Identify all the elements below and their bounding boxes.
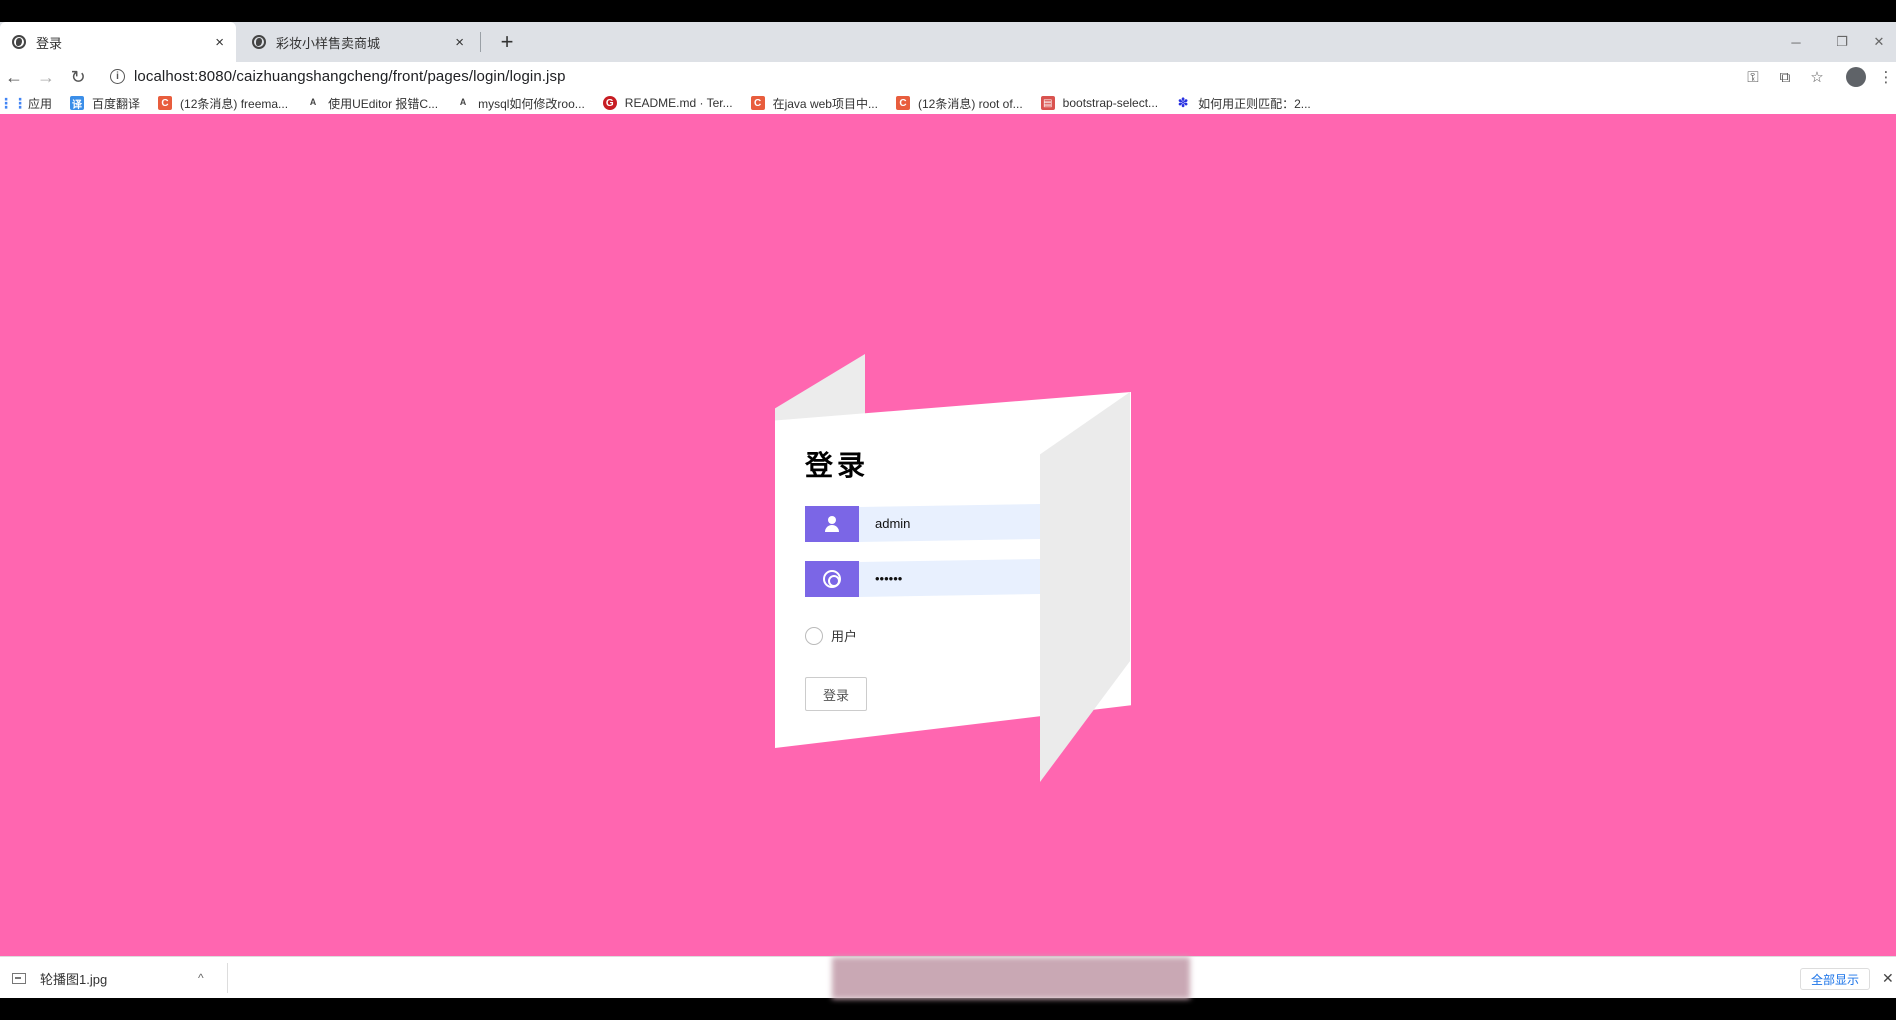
bookmark-label: 在java web项目中... <box>772 96 878 111</box>
login-button[interactable]: 登录 <box>805 677 867 711</box>
new-tab-button[interactable]: + <box>492 22 522 62</box>
bookmark-label: 如何用正则匹配：2... <box>1198 96 1311 111</box>
bookmark-ueditor[interactable]: ᴬ 使用UEditor 报错C... <box>306 95 438 112</box>
globe-icon <box>12 35 26 49</box>
gitee-icon: G <box>602 96 617 110</box>
baidu-translate-icon: 译 <box>70 96 85 111</box>
close-icon[interactable]: × <box>455 34 464 51</box>
reload-button[interactable]: ↻ <box>65 64 91 90</box>
close-icon[interactable]: × <box>215 34 224 51</box>
key-icon[interactable]: ⚿ <box>1740 64 1766 90</box>
tab-login[interactable]: 登录 × <box>0 22 236 62</box>
tab-shop[interactable]: 彩妆小样售卖商城 × <box>240 22 476 62</box>
user-radio[interactable] <box>805 626 823 645</box>
password-field: •••••• <box>805 559 1040 597</box>
bookmark-label: 应用 <box>28 96 53 111</box>
translate-icon[interactable]: ⧉ <box>1772 64 1798 90</box>
chevron-up-icon[interactable]: ^ <box>198 957 204 999</box>
download-bar: 轮播图1.jpg ^ 全部显示 ✕ <box>0 956 1896 999</box>
login-page: 登录 admin •••••• 用户 登录 <box>0 114 1896 956</box>
image-file-icon <box>12 972 26 984</box>
username-field: admin <box>805 504 1040 542</box>
bookmark-label: 百度翻译 <box>92 96 141 111</box>
ueditor-icon: ᴬ <box>459 95 467 111</box>
tab-strip: 登录 × 彩妆小样售卖商城 × + ─ ❐ ✕ <box>0 22 1896 62</box>
menu-icon[interactable]: ⋮ <box>1876 64 1896 90</box>
bookmark-label: bootstrap-select... <box>1062 96 1159 110</box>
user-icon <box>805 506 859 542</box>
baidu-paw-icon: ✽ <box>1177 95 1189 110</box>
bookmark-apps[interactable]: ⋮⋮ 应用 <box>0 94 53 112</box>
bookmark-label: 使用UEditor 报错C... <box>328 96 439 111</box>
bookmark-csdn-1[interactable]: C (12条消息) freema... <box>158 95 288 112</box>
profile-icon[interactable] <box>1846 67 1866 87</box>
bookmark-label: (12条消息) freema... <box>180 96 289 111</box>
bookmark-gitee[interactable]: G README.md · Ter... <box>602 96 733 110</box>
bookmark-csdn-2[interactable]: C 在java web项目中... <box>750 95 878 112</box>
bookmark-label: mysql如何修改roo... <box>478 96 585 111</box>
bookmark-label: (12条消息) root of... <box>917 96 1023 111</box>
close-window-button[interactable]: ✕ <box>1862 22 1896 62</box>
screen: 登录 × 彩妆小样售卖商城 × + ─ ❐ ✕ ← → ↻ i localhos… <box>0 0 1896 1020</box>
download-file-name: 轮播图1.jpg <box>40 971 108 987</box>
role-option: 用户 <box>805 626 857 645</box>
password-input[interactable]: •••••• <box>859 559 1040 597</box>
csdn-icon: C <box>895 96 910 110</box>
tab-title: 登录 <box>36 35 63 51</box>
tab-separator <box>480 32 481 52</box>
minimize-button[interactable]: ─ <box>1774 22 1818 62</box>
csdn-icon: C <box>158 96 173 110</box>
bookmark-bootstrap[interactable]: ▤ bootstrap-select... <box>1040 96 1159 110</box>
bookmark-label: README.md · Ter... <box>624 96 733 110</box>
show-all-button[interactable]: 全部显示 <box>1800 968 1871 990</box>
login-title: 登录 <box>805 450 870 481</box>
bookmark-mysql[interactable]: ᴬ mysql如何修改roo... <box>456 95 585 112</box>
close-icon[interactable]: ✕ <box>1882 957 1894 999</box>
ueditor-icon: ᴬ <box>309 95 317 111</box>
tab-title: 彩妆小样售卖商城 <box>276 35 381 51</box>
download-item[interactable]: 轮播图1.jpg <box>12 957 107 999</box>
address-bar[interactable]: localhost:8080/caizhuangshangcheng/front… <box>134 68 566 85</box>
user-radio-label: 用户 <box>831 629 858 644</box>
bookmarks-bar: ⋮⋮ 应用 译 百度翻译 C (12条消息) freema... ᴬ 使用UEd… <box>0 92 1896 114</box>
bootstrap-icon: ▤ <box>1040 96 1055 110</box>
restore-button[interactable]: ❐ <box>1820 22 1864 62</box>
browser-toolbar: ← → ↻ i localhost:8080/caizhuangshangche… <box>0 62 1896 92</box>
apps-icon: ⋮⋮ <box>0 94 27 111</box>
blurred-watermark <box>832 957 1190 999</box>
bookmark-baidu-translate[interactable]: 译 百度翻译 <box>70 95 140 112</box>
info-icon[interactable]: i <box>110 69 125 84</box>
bookmark-csdn-3[interactable]: C (12条消息) root of... <box>895 95 1023 112</box>
card-wing-panel <box>1040 392 1130 782</box>
back-button[interactable]: ← <box>1 64 27 90</box>
username-input[interactable]: admin <box>859 504 1040 542</box>
forward-button[interactable]: → <box>33 64 59 90</box>
divider <box>227 963 228 993</box>
csdn-icon: C <box>750 96 765 110</box>
fingerprint-icon <box>805 561 859 597</box>
star-icon[interactable]: ☆ <box>1804 64 1830 90</box>
globe-icon <box>252 35 266 49</box>
bookmark-baidu-regex[interactable]: ✽ 如何用正则匹配：2... <box>1176 95 1311 112</box>
